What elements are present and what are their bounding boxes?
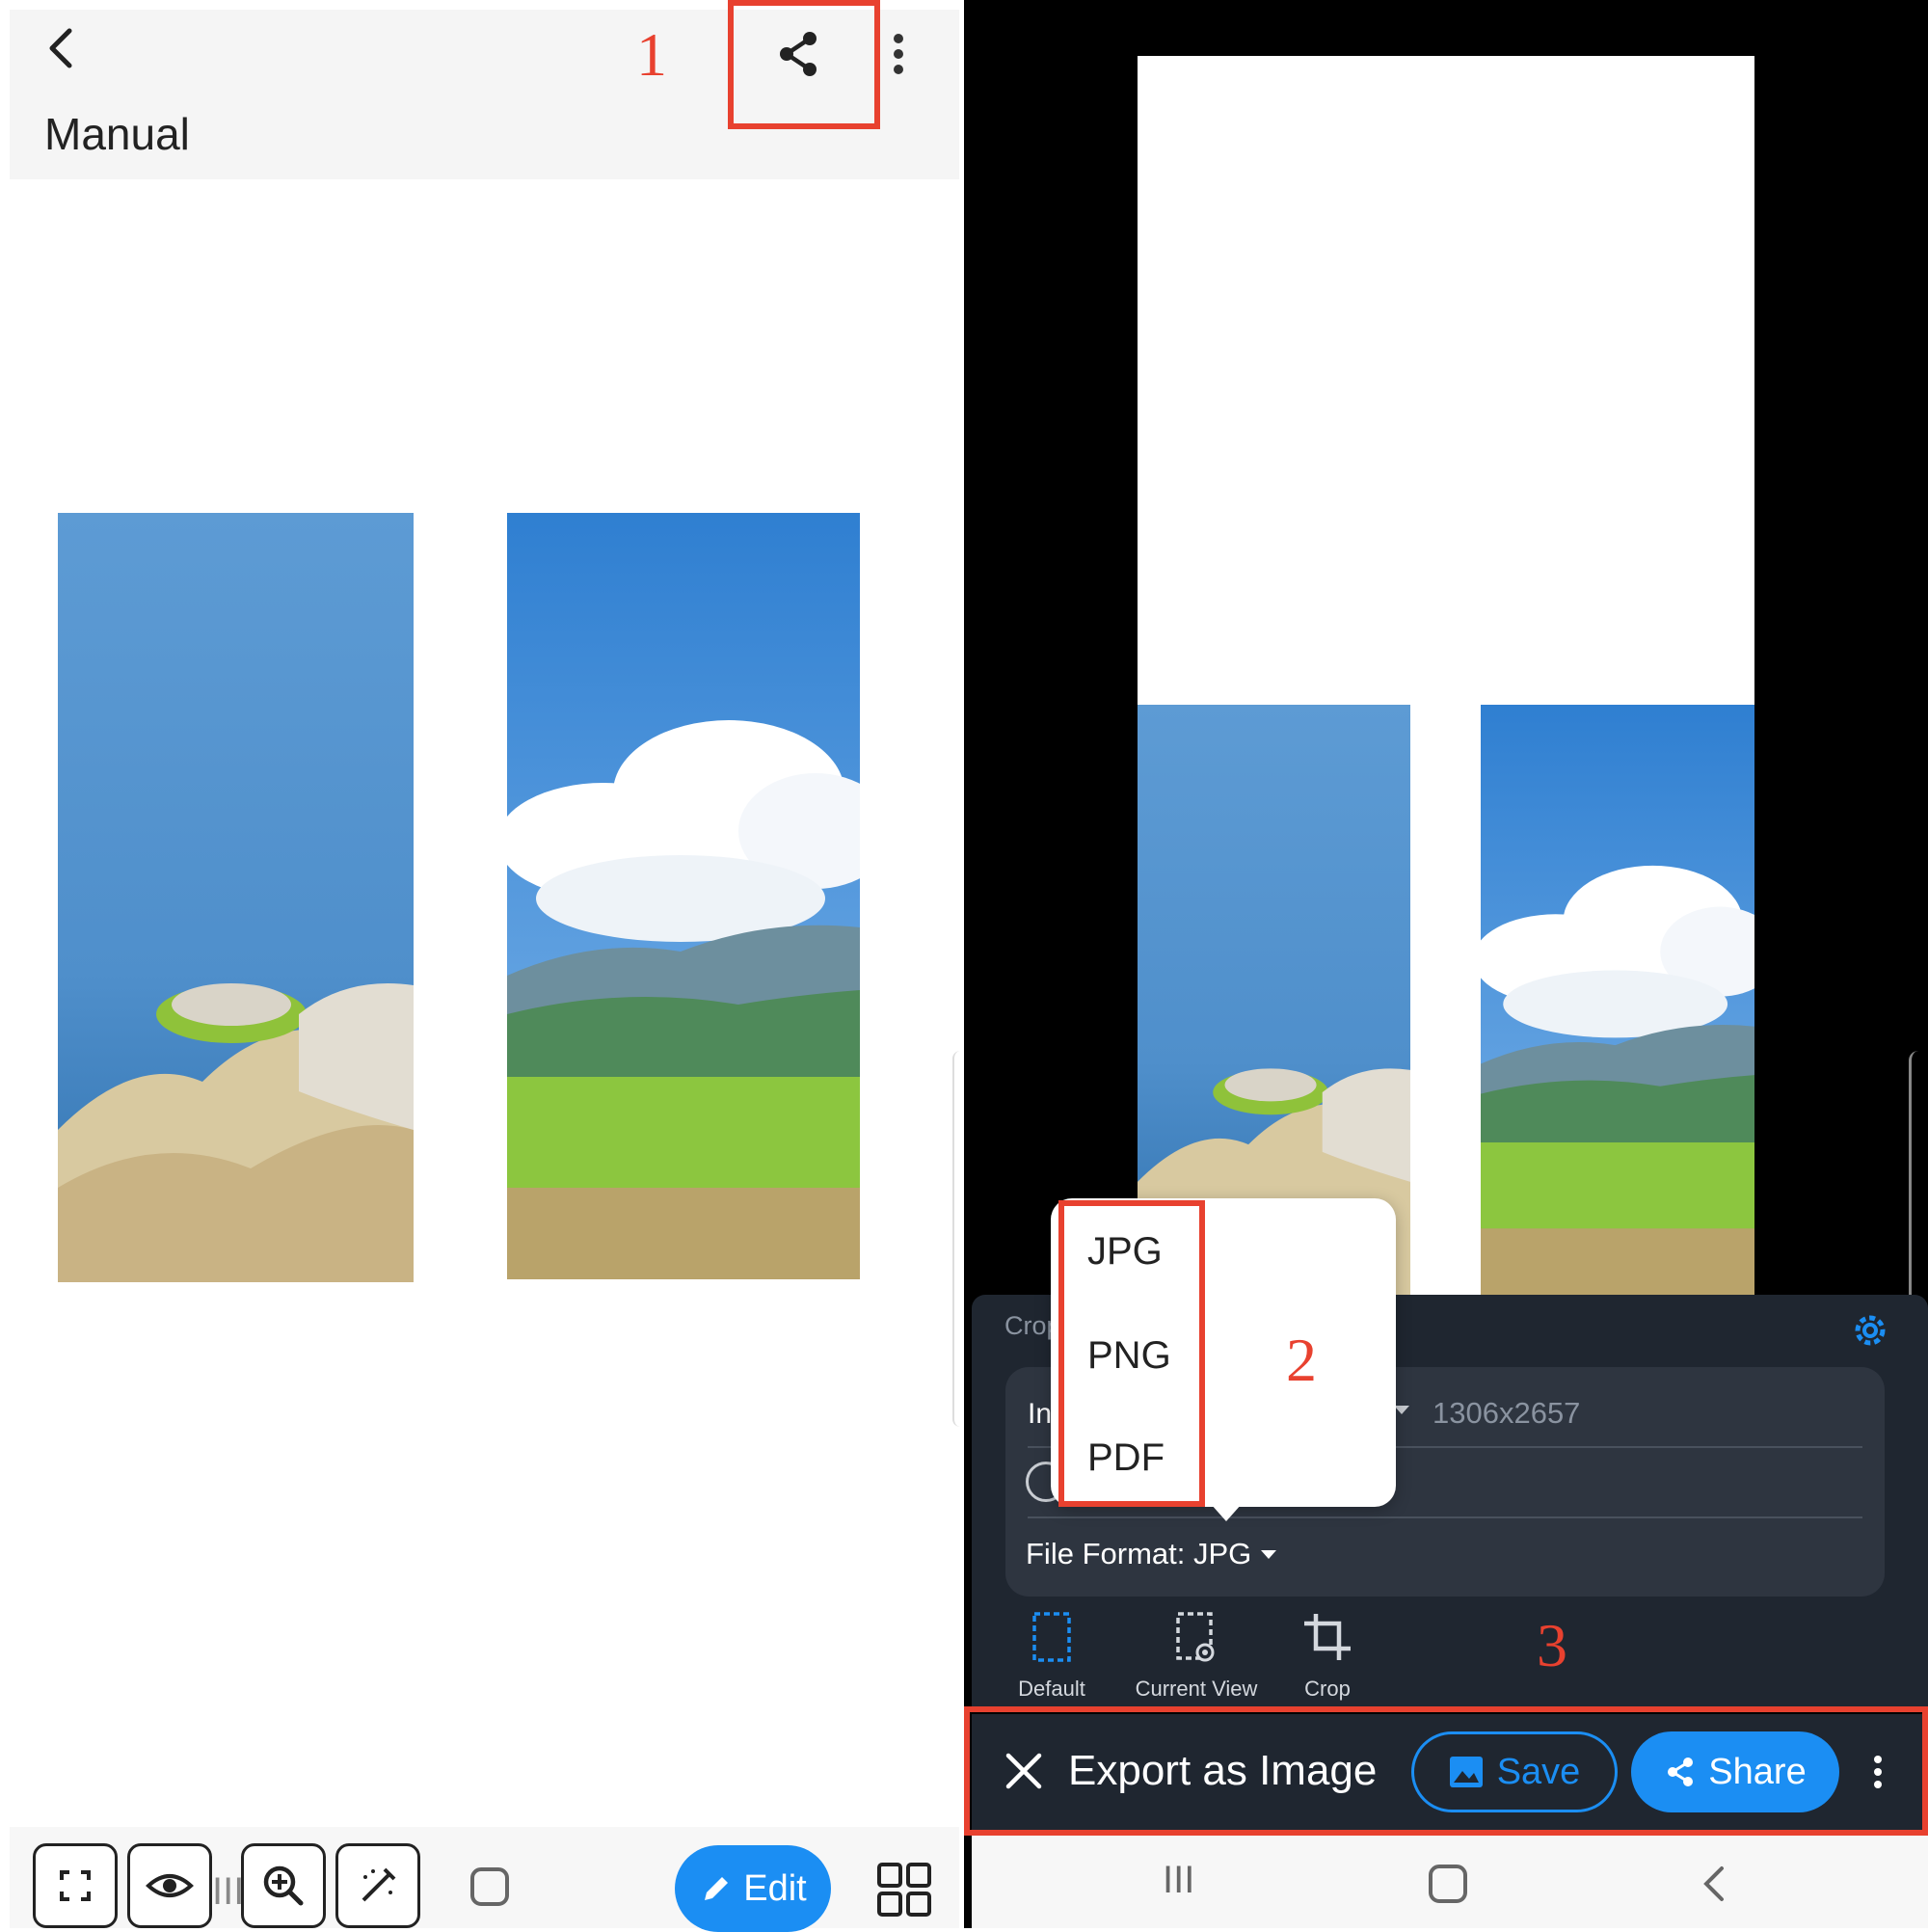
- more-options-button[interactable]: [885, 27, 912, 81]
- image-option-label: In: [1028, 1398, 1053, 1430]
- scroll-handle[interactable]: [952, 1051, 964, 1427]
- file-format-label: File Format: JPG: [1026, 1537, 1252, 1570]
- step-annotation-3: 3: [1537, 1611, 1567, 1679]
- more-vert-icon: [1874, 1756, 1882, 1788]
- file-format-dropdown[interactable]: File Format: JPG: [1026, 1537, 1277, 1571]
- mode-label: Current View: [1135, 1677, 1258, 1701]
- more-options-button[interactable]: [1870, 1753, 1886, 1791]
- mode-label: Default: [1018, 1677, 1085, 1701]
- divider: [1028, 1516, 1862, 1518]
- grid-icon: [877, 1863, 931, 1917]
- step-annotation-2: 2: [1286, 1326, 1317, 1394]
- preview-image-meadow: [1481, 705, 1754, 1300]
- share-icon: [1668, 1758, 1694, 1786]
- page-image-meadow: [507, 513, 860, 1279]
- settings-button[interactable]: [1849, 1309, 1891, 1352]
- nav-recent-button[interactable]: III: [212, 1870, 244, 1914]
- save-button-label: Save: [1496, 1751, 1581, 1792]
- caret-down-icon[interactable]: [1394, 1406, 1409, 1414]
- image-icon: [1449, 1757, 1483, 1787]
- current-view-icon: [1176, 1612, 1215, 1662]
- chevron-left-icon: [1703, 1866, 1724, 1901]
- nav-recent-button[interactable]: III: [1163, 1859, 1194, 1902]
- close-button[interactable]: [1003, 1750, 1045, 1792]
- format-options-highlight-box: [1058, 1200, 1205, 1507]
- page-title: Manual: [44, 109, 190, 159]
- close-icon: [1005, 1753, 1042, 1789]
- view-mode-button[interactable]: [127, 1843, 212, 1928]
- crop-icon: [1304, 1614, 1351, 1660]
- menu-pointer: [1211, 1504, 1242, 1521]
- mode-current-view-button[interactable]: Current View: [1124, 1610, 1269, 1702]
- nav-back-button[interactable]: [1699, 1863, 1729, 1905]
- share-button[interactable]: Share: [1631, 1731, 1839, 1812]
- thumbnail-grid-button[interactable]: [875, 1861, 933, 1919]
- mode-label: Crop: [1304, 1677, 1351, 1701]
- nav-home-button[interactable]: [1429, 1865, 1467, 1903]
- edit-button[interactable]: Edit: [675, 1845, 831, 1932]
- step-annotation-1: 1: [636, 20, 667, 89]
- gear-icon: [1855, 1315, 1886, 1346]
- resolution-value[interactable]: 1306x2657: [1433, 1396, 1580, 1431]
- magic-clean-button[interactable]: [335, 1843, 420, 1928]
- edit-button-label: Edit: [743, 1867, 807, 1909]
- share-button-label: Share: [1708, 1751, 1807, 1792]
- zoom-button[interactable]: [241, 1843, 326, 1928]
- pencil-icon: [705, 1877, 729, 1900]
- mode-default-button[interactable]: Default: [979, 1610, 1124, 1702]
- more-vert-icon: [894, 34, 903, 74]
- share-icon: [780, 32, 817, 76]
- save-button[interactable]: Save: [1411, 1731, 1618, 1812]
- page-image-sea: [58, 513, 414, 1282]
- chevron-left-icon: [49, 28, 72, 68]
- fullscreen-icon: [60, 1870, 91, 1901]
- default-frame-icon: [1032, 1612, 1071, 1662]
- nav-home-button[interactable]: [470, 1867, 509, 1906]
- fullscreen-button[interactable]: [33, 1843, 118, 1928]
- export-title: Export as Image: [1068, 1747, 1378, 1794]
- caret-down-icon: [1261, 1549, 1277, 1559]
- zoom-in-icon: [263, 1865, 304, 1906]
- eye-icon: [146, 1874, 194, 1897]
- magic-wand-icon: [362, 1867, 396, 1902]
- share-button[interactable]: [771, 27, 825, 81]
- back-button[interactable]: [39, 21, 85, 75]
- mode-crop-button[interactable]: Crop: [1255, 1610, 1400, 1702]
